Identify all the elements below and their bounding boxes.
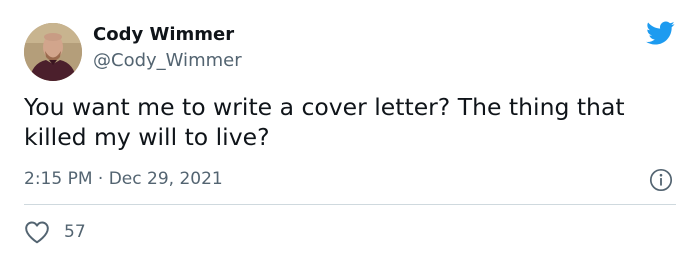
twitter-bird-icon[interactable] [644, 18, 676, 48]
tweet-card: Cody Wimmer @Cody_Wimmer You want me to … [0, 0, 700, 257]
display-name[interactable]: Cody Wimmer [93, 24, 234, 46]
tweet-date[interactable]: Dec 29, 2021 [109, 169, 223, 189]
avatar[interactable] [24, 23, 82, 81]
info-icon[interactable] [649, 168, 673, 192]
heart-icon[interactable] [24, 220, 50, 244]
like-button[interactable]: 57 [24, 219, 86, 245]
tweet-text: You want me to write a cover letter? The… [24, 93, 625, 151]
user-handle[interactable]: @Cody_Wimmer [93, 50, 242, 72]
divider [24, 204, 676, 205]
tweet-timestamp[interactable]: 2:15 PM · Dec 29, 2021 [24, 168, 223, 190]
tweet-time[interactable]: 2:15 PM [24, 169, 93, 189]
like-count: 57 [64, 222, 86, 242]
avatar-photo [24, 23, 82, 81]
meta-separator: · [97, 169, 104, 189]
